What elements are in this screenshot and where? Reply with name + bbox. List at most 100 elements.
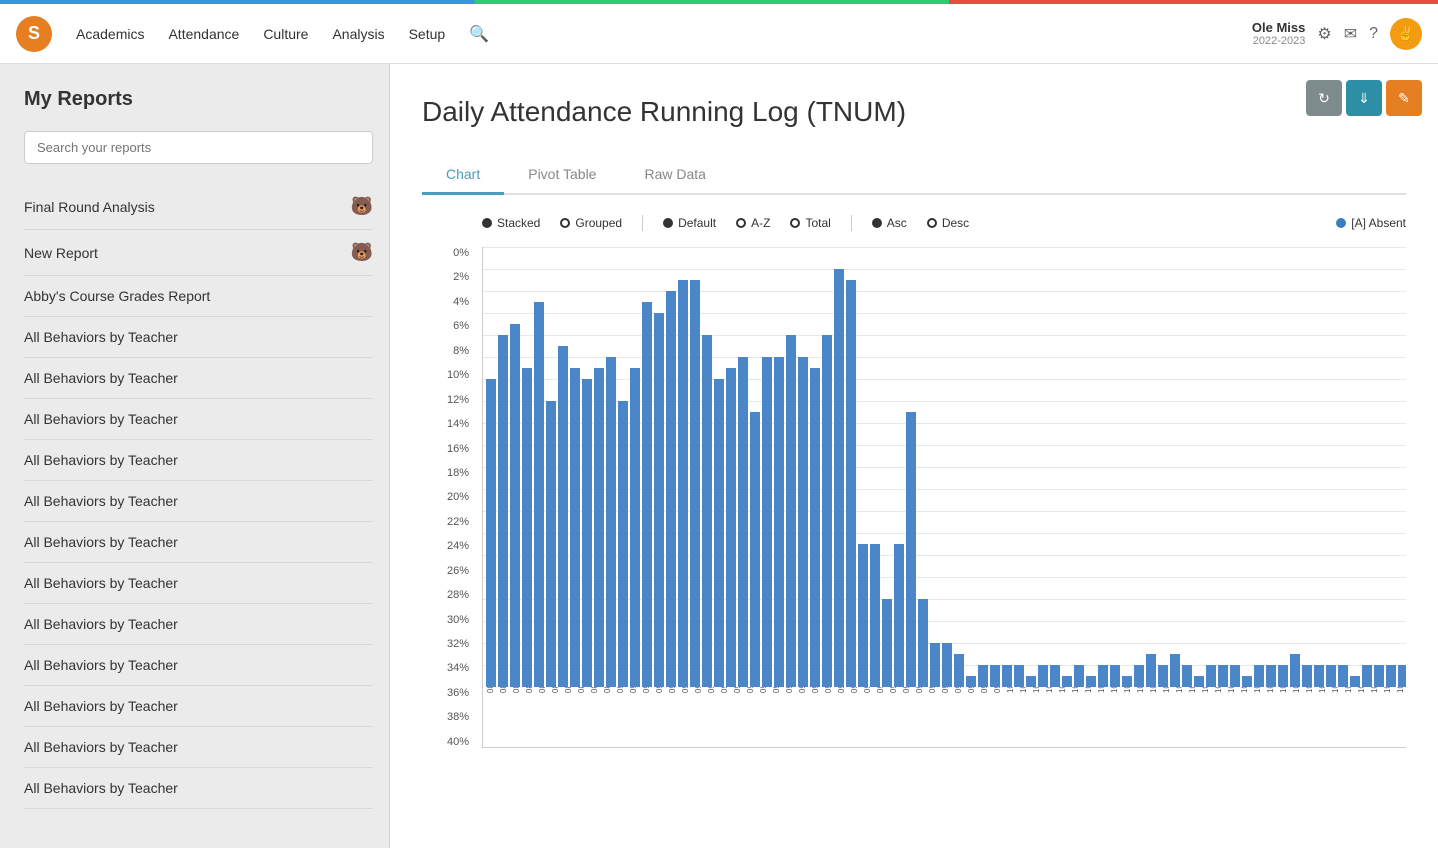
app-logo[interactable]: S [16,16,52,52]
report-list-item[interactable]: All Behaviors by Teacher [24,563,373,604]
chart-bars-container: 08/22/2208/23/2208/24/2208/25/2208/26/22… [482,247,1406,748]
report-item-name: Abby's Course Grades Report [24,288,210,304]
sidebar: My Reports Final Round Analysis🐻New Repo… [0,64,390,848]
chart-bar [738,357,748,687]
refresh-button[interactable]: ↻ [1306,80,1342,116]
chart-bar [1398,665,1406,687]
report-list-item[interactable]: All Behaviors by Teacher [24,317,373,358]
chart-wrapper: 40%38%36%34%32%30%28%26%24%22%20%18%16%1… [422,247,1406,808]
tab-chart[interactable]: Chart [422,156,504,195]
chart-bar [594,368,604,687]
y-axis-label: 10% [422,369,469,381]
total-dot [790,218,800,228]
report-list-item[interactable]: All Behaviors by Teacher [24,522,373,563]
user-info: Ole Miss 2022-2023 [1252,20,1305,47]
chart-bar [1206,665,1216,687]
y-axis-label: 18% [422,467,469,479]
legend-desc: Desc [927,216,969,230]
chart-bar [570,368,580,687]
user-year: 2022-2023 [1252,35,1305,47]
chart-bar [1386,665,1396,687]
tab-pivot-table[interactable]: Pivot Table [504,156,620,195]
report-list-item[interactable]: All Behaviors by Teacher [24,768,373,809]
report-list-item[interactable]: Final Round Analysis🐻 [24,184,373,230]
report-item-name: New Report [24,245,98,261]
report-item-name: All Behaviors by Teacher [24,575,178,591]
report-list-item[interactable]: All Behaviors by Teacher [24,727,373,768]
az-dot [736,218,746,228]
report-list-item[interactable]: All Behaviors by Teacher [24,645,373,686]
chart-bar [1086,676,1096,687]
chart-bar [678,280,688,687]
report-item-icon: 🐻 [351,196,373,217]
report-area: Daily Attendance Running Log (TNUM) Char… [390,64,1438,844]
chart-bar [534,302,544,687]
absent-dot [1336,218,1346,228]
chart-bar [486,379,496,687]
y-axis-label: 22% [422,516,469,528]
chart-bar [1050,665,1060,687]
chart-legend: Stacked Grouped Default A-Z [422,215,1406,231]
chart-bar [1230,665,1240,687]
report-list-item[interactable]: All Behaviors by Teacher [24,440,373,481]
legend-total: Total [790,216,830,230]
chart-bar [522,368,532,687]
chart-bar [1242,676,1252,687]
y-axis-label: 12% [422,394,469,406]
default-dot [663,218,673,228]
chart-bar [990,665,1000,687]
nav-attendance[interactable]: Attendance [168,22,239,46]
nav-analysis[interactable]: Analysis [332,22,384,46]
chart-bar [1350,676,1360,687]
search-icon[interactable]: 🔍 [469,24,489,44]
y-axis-label: 8% [422,345,469,357]
nav-academics[interactable]: Academics [76,22,144,46]
report-list-item[interactable]: All Behaviors by Teacher [24,481,373,522]
y-axis-label: 26% [422,565,469,577]
chart-bar [702,335,712,687]
download-button[interactable]: ⇓ [1346,80,1382,116]
chart-bar [1014,665,1024,687]
chart-bar [582,379,592,687]
main-content: ↻ ⇓ ✎ Daily Attendance Running Log (TNUM… [390,64,1438,848]
y-axis: 40%38%36%34%32%30%28%26%24%22%20%18%16%1… [422,247,477,748]
avatar[interactable]: ✌ [1390,18,1422,50]
chart-bar [1110,665,1120,687]
chart-bar [690,280,700,687]
chart-bar [966,676,976,687]
report-list-item[interactable]: All Behaviors by Teacher [24,604,373,645]
report-list-item[interactable]: Abby's Course Grades Report [24,276,373,317]
chart-bar [822,335,832,687]
help-icon[interactable]: ? [1369,25,1378,43]
nav-culture[interactable]: Culture [263,22,308,46]
search-input[interactable] [24,131,373,164]
chart-bar [714,379,724,687]
chart-bar [630,368,640,687]
chart-bar [666,291,676,687]
chart-bar [606,357,616,687]
chart-bar [786,335,796,687]
main-nav: Academics Attendance Culture Analysis Se… [76,22,1228,46]
asc-dot [872,218,882,228]
nav-setup[interactable]: Setup [409,22,446,46]
notifications-icon[interactable]: ✉ [1344,24,1357,44]
legend-az: A-Z [736,216,770,230]
legend-absent: [A] Absent [1336,216,1406,230]
report-list-item[interactable]: All Behaviors by Teacher [24,686,373,727]
chart-bar [1290,654,1300,687]
grouped-dot [560,218,570,228]
chart-bar [1254,665,1264,687]
chart-bar [558,346,568,687]
y-axis-label: 2% [422,271,469,283]
tab-raw-data[interactable]: Raw Data [620,156,729,195]
chart-bar [798,357,808,687]
settings-icon[interactable]: ⚙ [1317,24,1331,44]
y-axis-label: 20% [422,491,469,503]
report-list-item[interactable]: New Report 🐻 [24,230,373,276]
report-item-icon: 🐻 [351,242,373,263]
report-list-item[interactable]: All Behaviors by Teacher [24,358,373,399]
report-list-item[interactable]: All Behaviors by Teacher [24,399,373,440]
chart-bar [642,302,652,687]
edit-button[interactable]: ✎ [1386,80,1422,116]
chart-bar [546,401,556,687]
